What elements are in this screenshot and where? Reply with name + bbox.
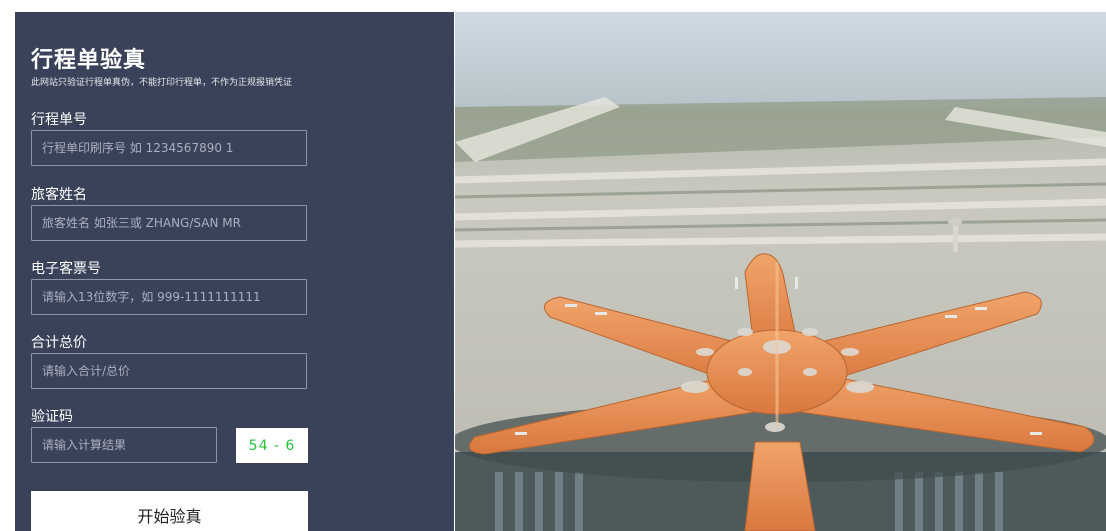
- form-subtitle: 此网站只验证行程单真伪，不能打印行程单，不作为正规报销凭证: [31, 78, 293, 88]
- total-price-input[interactable]: [31, 353, 307, 389]
- e-ticket-number-input[interactable]: [31, 279, 307, 315]
- captcha-label: 验证码: [31, 409, 73, 425]
- captcha-input[interactable]: [31, 427, 217, 463]
- passenger-name-input[interactable]: [31, 205, 307, 241]
- start-verification-button[interactable]: 开始验真: [31, 491, 308, 531]
- passenger-name-label: 旅客姓名: [31, 187, 87, 203]
- form-title: 行程单验真: [31, 48, 147, 73]
- captcha-question[interactable]: 54 - 6: [236, 428, 308, 463]
- itinerary-number-label: 行程单号: [31, 112, 87, 128]
- page: 行程单验真 此网站只验证行程单真伪，不能打印行程单，不作为正规报销凭证 行程单号…: [0, 0, 1106, 531]
- airport-aerial-photo: [455, 12, 1106, 531]
- verification-form-panel: 行程单验真 此网站只验证行程单真伪，不能打印行程单，不作为正规报销凭证 行程单号…: [15, 12, 454, 531]
- itinerary-number-input[interactable]: [31, 130, 307, 166]
- total-price-label: 合计总价: [31, 335, 87, 351]
- e-ticket-number-label: 电子客票号: [31, 261, 101, 277]
